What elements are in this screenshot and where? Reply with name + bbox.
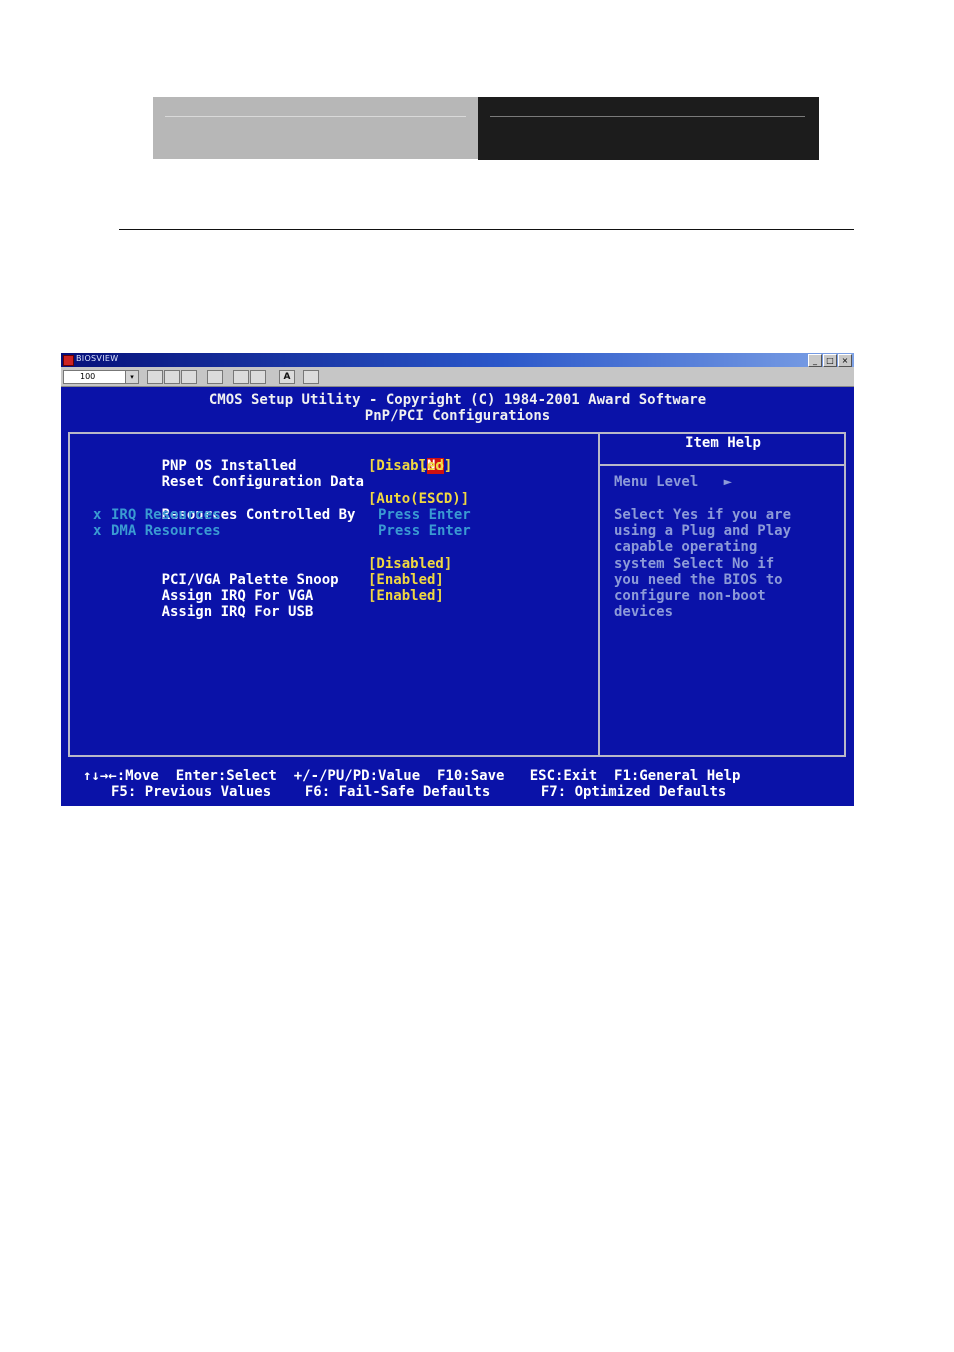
menu-level: Menu Level ► <box>614 474 733 490</box>
bios-screen: CMOS Setup Utility - Copyright (C) 1984-… <box>61 387 854 806</box>
toolbar-paste-icon[interactable] <box>250 370 266 384</box>
key-hints-line2: F5: Previous Values F6: Fail-Safe Defaul… <box>111 784 727 800</box>
bios-viewer-window: BIOSVIEW _ □ × 100 ▾ A CMOS Setup Utilit… <box>61 353 854 806</box>
help-line: you need the BIOS to <box>614 572 783 588</box>
maximize-button[interactable]: □ <box>823 354 837 367</box>
help-line: configure non-boot <box>614 588 766 604</box>
help-line: using a Plug and Play <box>614 523 792 539</box>
toolbar: 100 ▾ A <box>61 367 854 387</box>
toolbar-save-icon[interactable] <box>181 370 197 384</box>
toolbar-page-icon[interactable] <box>147 370 163 384</box>
disabled-marker: x <box>93 523 102 539</box>
setting-reset-config-value[interactable]: [Disabled] <box>368 458 452 474</box>
toolbar-grid-icon[interactable] <box>164 370 180 384</box>
setting-irq-vga-value[interactable]: [Enabled] <box>368 572 444 588</box>
help-line: capable operating <box>614 539 758 555</box>
setting-dma-resources: DMA Resources <box>111 523 221 539</box>
setting-label: Reset Configuration Data <box>161 474 364 490</box>
window-title: BIOSVIEW <box>76 354 119 363</box>
header-rule-left <box>165 116 466 117</box>
header-rule-right <box>490 116 805 117</box>
setting-irq-usb[interactable]: Assign IRQ For USB <box>111 588 314 636</box>
setting-resources-controlled-value[interactable]: [Auto(ESCD)] <box>368 491 469 507</box>
header-band-right <box>478 97 819 160</box>
toolbar-crop-icon[interactable] <box>207 370 223 384</box>
header-band-left <box>153 97 478 159</box>
chevron-down-icon[interactable]: ▾ <box>125 371 138 383</box>
disabled-marker: x <box>93 507 102 523</box>
help-divider <box>598 432 600 757</box>
toolbar-settings-icon[interactable] <box>303 370 319 384</box>
item-help-title: Item Help <box>685 435 761 451</box>
zoom-combo-value: 100 <box>80 372 96 381</box>
minimize-button[interactable]: _ <box>808 354 822 367</box>
setting-dma-resources-value: Press Enter <box>378 523 471 539</box>
key-hints-line1: ↑↓→←:Move Enter:Select +/-/PU/PD:Value F… <box>83 768 741 784</box>
page-divider <box>119 229 854 230</box>
help-line: system Select No if <box>614 556 775 572</box>
setting-label: Assign IRQ For USB <box>161 604 314 620</box>
bios-header-page: PnP/PCI Configurations <box>364 408 551 424</box>
zoom-combo[interactable]: 100 ▾ <box>63 370 139 384</box>
help-line: Select Yes if you are <box>614 507 792 523</box>
setting-irq-resources-value: Press Enter <box>378 507 471 523</box>
close-button[interactable]: × <box>838 354 852 367</box>
setting-vga-palette-snoop-value[interactable]: [Disabled] <box>368 556 452 572</box>
setting-irq-usb-value[interactable]: [Enabled] <box>368 588 444 604</box>
setting-irq-resources: IRQ Resources <box>111 507 221 523</box>
toolbar-font-button[interactable]: A <box>279 370 295 384</box>
help-title-separator <box>600 464 846 466</box>
bios-header-copyright: CMOS Setup Utility - Copyright (C) 1984-… <box>208 392 707 408</box>
window-titlebar[interactable]: BIOSVIEW _ □ × <box>61 353 854 367</box>
window-controls: _ □ × <box>808 354 852 367</box>
toolbar-copy-icon[interactable] <box>233 370 249 384</box>
help-line: devices <box>614 604 674 620</box>
app-icon[interactable] <box>63 355 74 366</box>
